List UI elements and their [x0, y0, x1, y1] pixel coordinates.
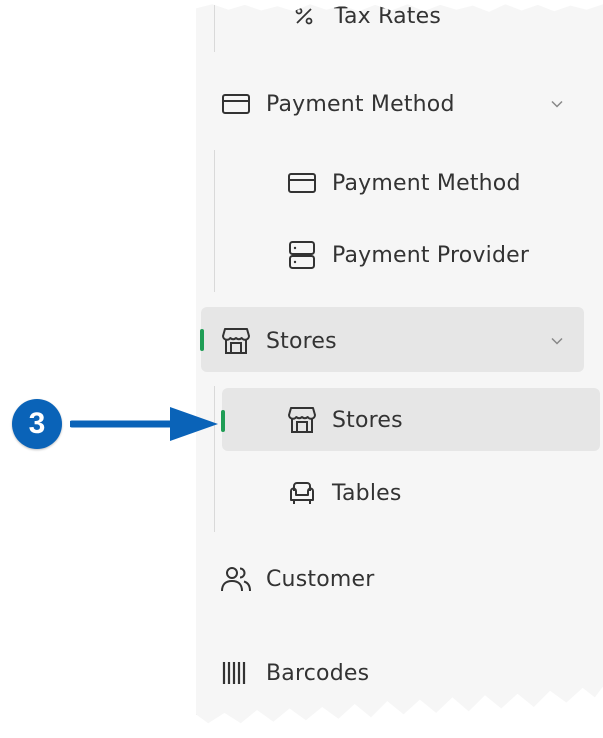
callout-arrow-icon — [70, 407, 218, 441]
sidebar-item-label: Customer — [266, 566, 375, 592]
storefront-icon — [220, 327, 252, 355]
active-indicator — [200, 329, 204, 351]
sidebar-item-tables[interactable]: Tables — [286, 479, 402, 507]
sidebar-group-label: Payment Method — [266, 91, 455, 117]
sidebar-group-payment-method[interactable]: Payment Method — [220, 90, 455, 118]
server-icon — [286, 241, 318, 269]
chevron-down-icon[interactable] — [551, 335, 563, 347]
chevron-down-icon[interactable] — [551, 98, 563, 110]
sidebar-item-stores[interactable]: Stores — [286, 406, 403, 434]
storefront-icon — [286, 406, 318, 434]
sidebar-group-label: Stores — [266, 328, 337, 354]
sidebar-item-label: Barcodes — [266, 660, 370, 686]
active-indicator — [221, 410, 225, 432]
stores-item-highlight — [222, 388, 600, 451]
credit-card-icon — [220, 90, 252, 118]
sidebar-item-barcodes[interactable]: Barcodes — [220, 659, 369, 687]
tree-line-top — [214, 0, 215, 52]
barcode-icon — [220, 659, 252, 687]
people-icon — [220, 565, 252, 593]
credit-card-icon — [286, 169, 318, 197]
sidebar-item-label: Payment Provider — [332, 242, 530, 268]
sidebar-item-label: Stores — [332, 407, 403, 433]
sidebar-item-payment-method[interactable]: Payment Method — [286, 169, 521, 197]
sidebar-item-customer[interactable]: Customer — [220, 565, 374, 593]
sidebar-item-label: Payment Method — [332, 170, 521, 196]
tree-line-payment — [214, 150, 215, 292]
sidebar-item-payment-provider[interactable]: Payment Provider — [286, 241, 529, 269]
sidebar-item-label: Tables — [332, 480, 402, 506]
armchair-icon — [286, 479, 318, 507]
step-callout-badge: 3 — [12, 399, 62, 449]
sidebar-group-stores[interactable]: Stores — [220, 327, 337, 355]
